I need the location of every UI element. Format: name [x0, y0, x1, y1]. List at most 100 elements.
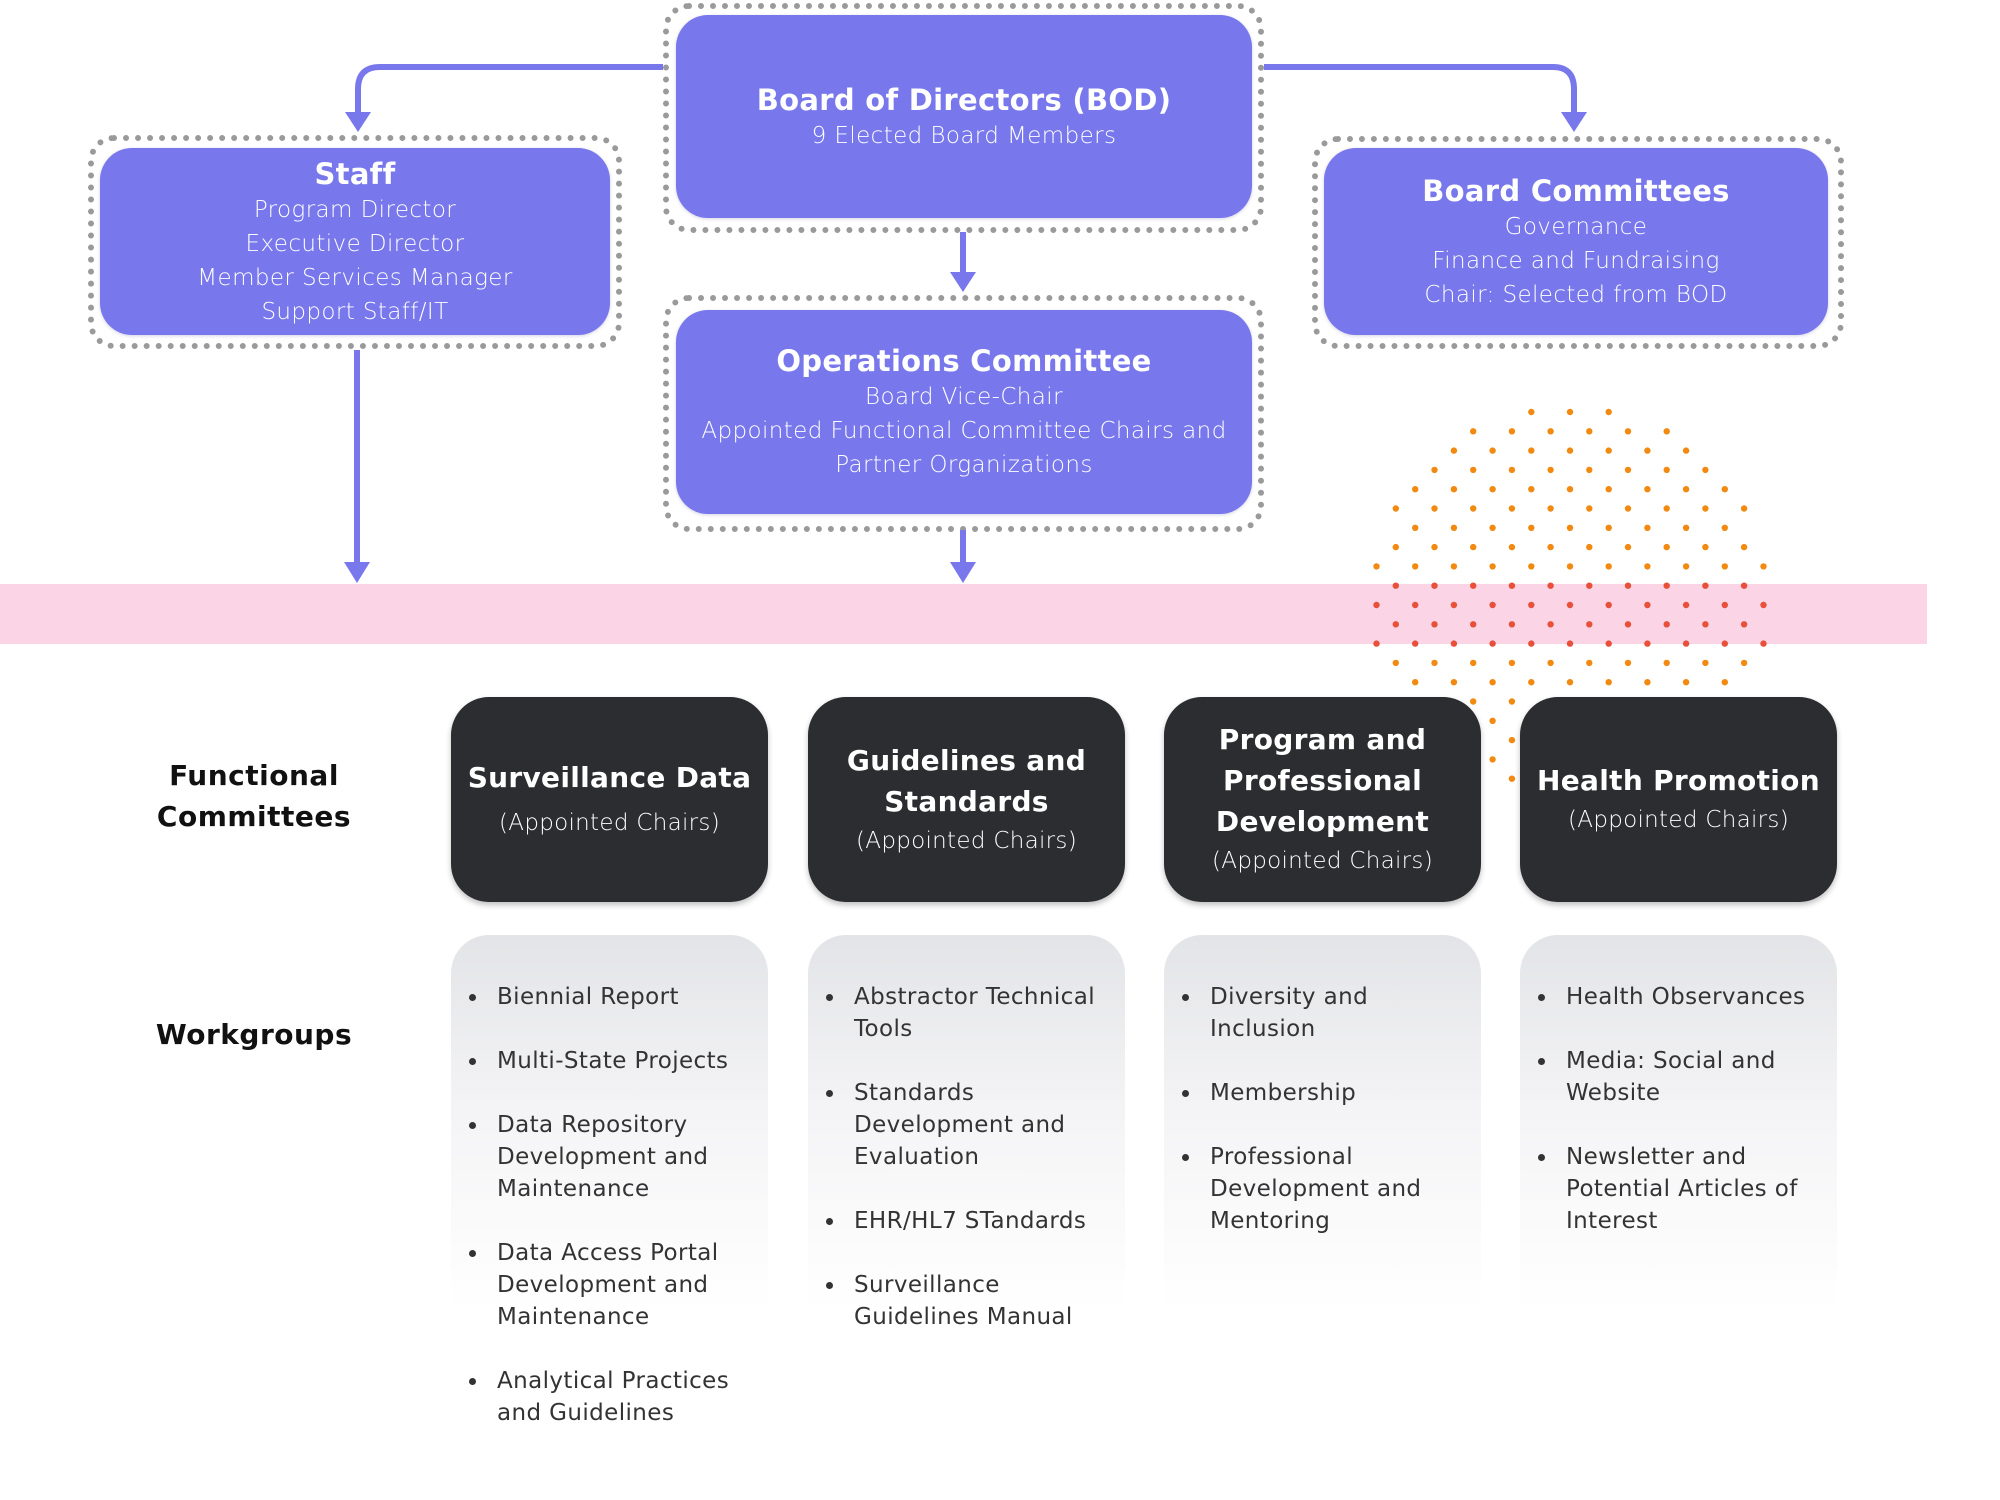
workgroup-item-line: Biennial Report — [497, 984, 679, 1010]
workgroup-item-line: Newsletter and — [1566, 1144, 1747, 1170]
decorative-dot — [1508, 505, 1516, 512]
bullet-icon — [1538, 1058, 1545, 1065]
decorative-dot — [1392, 505, 1399, 512]
decorative-dot — [1566, 524, 1574, 531]
decorative-dot — [1489, 756, 1496, 763]
decorative-dot — [1702, 543, 1709, 551]
workgroup-item-line: Standards — [854, 1080, 975, 1106]
decorative-dot — [1624, 543, 1632, 551]
decorative-dot — [1489, 717, 1496, 724]
decorative-dot — [1489, 524, 1496, 531]
decorative-dot — [1663, 659, 1670, 667]
decorative-dot — [1682, 563, 1690, 570]
decorative-dot — [1740, 505, 1748, 512]
decorative-dot — [1547, 428, 1554, 435]
decorative-dot — [1431, 466, 1438, 474]
decorative-dot — [1682, 524, 1690, 531]
arrowhead-board-committees — [1561, 112, 1587, 132]
decorative-dot — [1508, 775, 1516, 782]
decorative-dot — [1721, 486, 1728, 493]
board-committees-box[interactable]: Board Committees Governance Finance and … — [1324, 148, 1828, 335]
workgroups-guidelines-standards: Abstractor Technical Tools Standards Develo… — [808, 935, 1125, 1435]
bullet-icon — [1182, 1154, 1189, 1161]
decorative-dot — [1470, 621, 1477, 628]
decorative-dot — [1605, 640, 1612, 647]
decorative-dot — [1508, 428, 1516, 435]
staff-line: Executive Director — [245, 230, 465, 257]
workgroup-item-line: Guidelines Manual — [854, 1304, 1073, 1330]
decorative-dot — [1605, 601, 1612, 609]
committee-program-professional-development[interactable]: Program and Professional Development (Ap… — [1164, 697, 1481, 902]
decorative-dot — [1721, 524, 1728, 531]
staff-line: Support Staff/IT — [261, 298, 449, 325]
workgroup-item: Data Access Portal Development and Mainten… — [451, 1237, 768, 1333]
decorative-dot — [1508, 466, 1516, 474]
workgroups-program-professional-development: Diversity and Inclusion Membership Professi… — [1164, 935, 1481, 1435]
bullet-icon — [469, 1122, 476, 1129]
decorative-dot — [1624, 428, 1632, 435]
workgroup-item: Diversity and Inclusion — [1164, 981, 1481, 1045]
arrowhead-operations-down — [950, 562, 976, 583]
decorative-dot — [1624, 466, 1632, 474]
decorative-dot — [1489, 640, 1496, 647]
workgroup-item-line: EHR/HL7 STandards — [854, 1208, 1087, 1234]
workgroup-item-line: Diversity and — [1210, 984, 1369, 1010]
decorative-dot — [1431, 543, 1438, 551]
committee-subtitle: (Appointed Chairs) — [856, 827, 1077, 854]
committee-guidelines-standards[interactable]: Guidelines and Standards (Appointed Chai… — [808, 697, 1125, 902]
decorative-dot — [1566, 679, 1574, 686]
staff-box[interactable]: Staff Program Director Executive Directo… — [100, 148, 610, 335]
connector-bod-to-staff — [355, 64, 663, 115]
decorative-dot — [1760, 563, 1767, 570]
decorative-dot — [1605, 563, 1612, 570]
decorative-dot — [1566, 601, 1574, 609]
decorative-dot — [1644, 524, 1651, 531]
decorative-dot — [1740, 582, 1748, 589]
arrowhead-operations — [950, 272, 976, 292]
bullet-icon — [1182, 994, 1189, 1001]
decorative-dot — [1586, 543, 1593, 551]
decorative-dot — [1528, 447, 1535, 454]
workgroup-item-line: Media: Social and — [1566, 1048, 1776, 1074]
decorative-dot — [1586, 505, 1593, 512]
workgroup-item-line: Website — [1566, 1080, 1661, 1106]
workgroup-item-line: Professional — [1210, 1144, 1354, 1170]
decorative-dot — [1644, 679, 1651, 686]
decorative-dot — [1605, 447, 1612, 454]
workgroup-item: Analytical Practices and Guidelines — [451, 1365, 768, 1429]
decorative-dot — [1644, 640, 1651, 647]
committee-surveillance-data[interactable]: Surveillance Data (Appointed Chairs) — [451, 697, 768, 902]
operations-committee-box[interactable]: Operations Committee Board Vice-Chair Ap… — [676, 310, 1252, 514]
decorative-dot — [1547, 505, 1554, 512]
committee-subtitle: (Appointed Chairs) — [1568, 807, 1789, 833]
workgroup-item: Biennial Report — [451, 981, 768, 1013]
workgroup-item-line: Development and — [854, 1112, 1066, 1138]
workgroup-item-line: Surveillance — [854, 1272, 1000, 1298]
workgroup-item: Professional Development and Mentoring — [1164, 1141, 1481, 1237]
decorative-dot — [1489, 679, 1496, 686]
decorative-dot — [1412, 486, 1419, 493]
decorative-dot — [1392, 659, 1399, 667]
connector-bod-to-board-committees — [1264, 64, 1577, 115]
decorative-dot — [1508, 659, 1516, 667]
decorative-dot — [1489, 447, 1496, 454]
workgroup-item-line: Maintenance — [497, 1304, 650, 1330]
decorative-dot — [1682, 601, 1690, 609]
bullet-icon — [469, 1378, 476, 1385]
decorative-dot — [1412, 524, 1419, 531]
decorative-dot — [1586, 659, 1593, 667]
decorative-dot — [1412, 563, 1419, 570]
decorative-dot — [1412, 601, 1419, 609]
bullet-icon — [1182, 1090, 1189, 1097]
decorative-dot — [1624, 659, 1632, 667]
board-committees-line: Finance and Fundraising — [1432, 247, 1720, 274]
workgroups-health-promotion: Health Observances Media: Social and Websi… — [1520, 935, 1837, 1435]
committee-title: Professional — [1223, 764, 1422, 797]
decorative-dot — [1470, 582, 1477, 589]
decorative-dot — [1528, 601, 1535, 609]
committee-health-promotion[interactable]: Health Promotion (Appointed Chairs) — [1520, 697, 1837, 902]
bod-box[interactable]: Board of Directors (BOD) 9 Elected Board… — [676, 15, 1252, 218]
decorative-dot — [1547, 543, 1554, 551]
decorative-dot — [1412, 640, 1419, 647]
decorative-dot — [1412, 679, 1419, 686]
